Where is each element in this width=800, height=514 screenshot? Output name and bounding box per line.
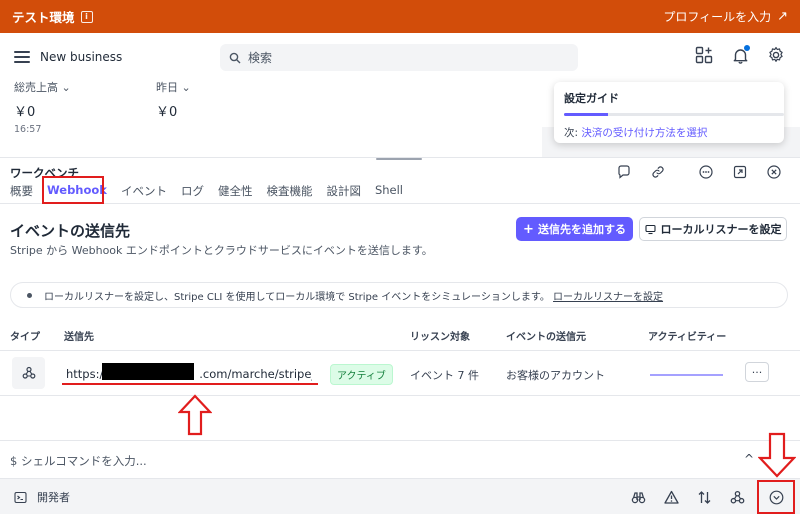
binoculars-icon[interactable] [630, 489, 646, 505]
table-header-divider [0, 350, 800, 351]
section-description: Stripe から Webhook エンドポイントとクラウドサービスにイベントを… [10, 244, 433, 257]
warning-icon[interactable] [663, 489, 679, 505]
profile-link[interactable]: プロフィールを入力 ↗ [663, 8, 788, 25]
activity-sparkline [650, 374, 723, 376]
setup-guide-card[interactable]: 設定ガイド 次: 決済の受け付け方法を選択 [554, 82, 784, 143]
notification-dot [744, 45, 750, 51]
annotation-arrow-down [758, 432, 796, 478]
developer-label[interactable]: 開発者 [37, 489, 70, 505]
business-name[interactable]: New business [40, 50, 122, 64]
add-destination-button[interactable]: + 送信先を追加する [516, 217, 633, 241]
annotation-box-collapse [757, 480, 795, 514]
bullet-icon [27, 292, 32, 298]
status-badge: アクティブ [330, 364, 393, 385]
top-header: New business 検索 [0, 33, 800, 81]
column-header-type: タイプ [10, 332, 40, 343]
shell-divider [0, 440, 800, 441]
local-listener-button[interactable]: ローカルリスナーを設定 [639, 217, 787, 241]
external-arrow-icon: ↗ [777, 9, 788, 24]
column-header-source: イベントの送信元 [506, 332, 586, 343]
more-options-icon[interactable] [698, 164, 714, 180]
gross-volume-metric[interactable]: 総売上高 ⌄ ￥0 16:57 [14, 79, 71, 135]
shell-command-input[interactable]: $ シェルコマンドを入力... [10, 453, 147, 469]
section-title: イベントの送信先 [10, 222, 131, 240]
bell-icon[interactable] [730, 45, 750, 65]
setup-progress-fill [564, 113, 608, 116]
tab-events[interactable]: イベント [121, 183, 167, 203]
search-input[interactable]: 検索 [220, 44, 578, 71]
feedback-icon[interactable] [616, 164, 632, 180]
tab-logs[interactable]: ログ [181, 183, 204, 203]
menu-icon[interactable] [14, 51, 30, 63]
column-header-destination: 送信先 [64, 332, 94, 343]
table-row-divider [0, 395, 800, 396]
local-listener-link[interactable]: ローカルリスナーを設定 [553, 292, 663, 303]
tab-health[interactable]: 健全性 [218, 183, 253, 203]
info-icon[interactable]: i [80, 10, 93, 23]
monitor-icon [644, 224, 656, 234]
expand-icon[interactable] [732, 164, 748, 180]
terminal-icon [14, 491, 27, 503]
search-icon [229, 52, 241, 63]
column-header-activity: アクティビティー [648, 332, 727, 343]
developer-bar: 開発者 [0, 478, 800, 514]
gear-icon[interactable] [766, 45, 786, 65]
resize-handle[interactable] [376, 158, 422, 160]
chevron-down-icon: ⌄ [61, 81, 71, 94]
tab-inspector[interactable]: 検査機能 [266, 183, 312, 203]
test-env-banner: テスト環境 i プロフィールを入力 ↗ [0, 0, 800, 33]
tab-overview[interactable]: 概要 [10, 183, 33, 203]
listen-count: イベント 7 件 [410, 369, 479, 382]
redacted-block [102, 363, 194, 380]
apps-add-icon[interactable] [694, 45, 714, 65]
setup-progress-bar [564, 113, 784, 116]
annotation-box-webhook-tab [42, 176, 104, 204]
chevron-up-icon[interactable]: ^ [744, 452, 754, 466]
sort-arrows-icon[interactable] [696, 489, 712, 505]
tab-shell[interactable]: Shell [375, 183, 403, 203]
annotation-underline [62, 383, 318, 385]
tab-blueprints[interactable]: 設計図 [326, 183, 361, 203]
tabs-divider [0, 203, 800, 204]
close-icon[interactable] [766, 164, 782, 180]
local-listener-notice: ローカルリスナーを設定し、Stripe CLI を使用してローカル環境で Str… [10, 282, 788, 308]
next-step-link[interactable]: 決済の受け付け方法を選択 [581, 127, 707, 139]
webhook-icon [12, 357, 45, 389]
event-source: お客様のアカウント [506, 369, 605, 382]
column-header-listen: リッスン対象 [410, 332, 470, 343]
link-icon[interactable] [650, 164, 666, 180]
chevron-down-icon: ⌄ [181, 81, 191, 94]
env-title: テスト環境 i [12, 7, 93, 26]
yesterday-metric[interactable]: 昨日 ⌄ ￥0 [156, 79, 191, 120]
workbench-panel: ワークベンチ 概要 Webhook イベント ログ 健全性 検査機能 設計図 S… [0, 157, 800, 514]
webhook-icon[interactable] [729, 489, 745, 505]
row-more-button[interactable]: ··· [745, 362, 769, 382]
plus-icon: + [523, 221, 534, 237]
annotation-arrow-up [178, 394, 212, 436]
